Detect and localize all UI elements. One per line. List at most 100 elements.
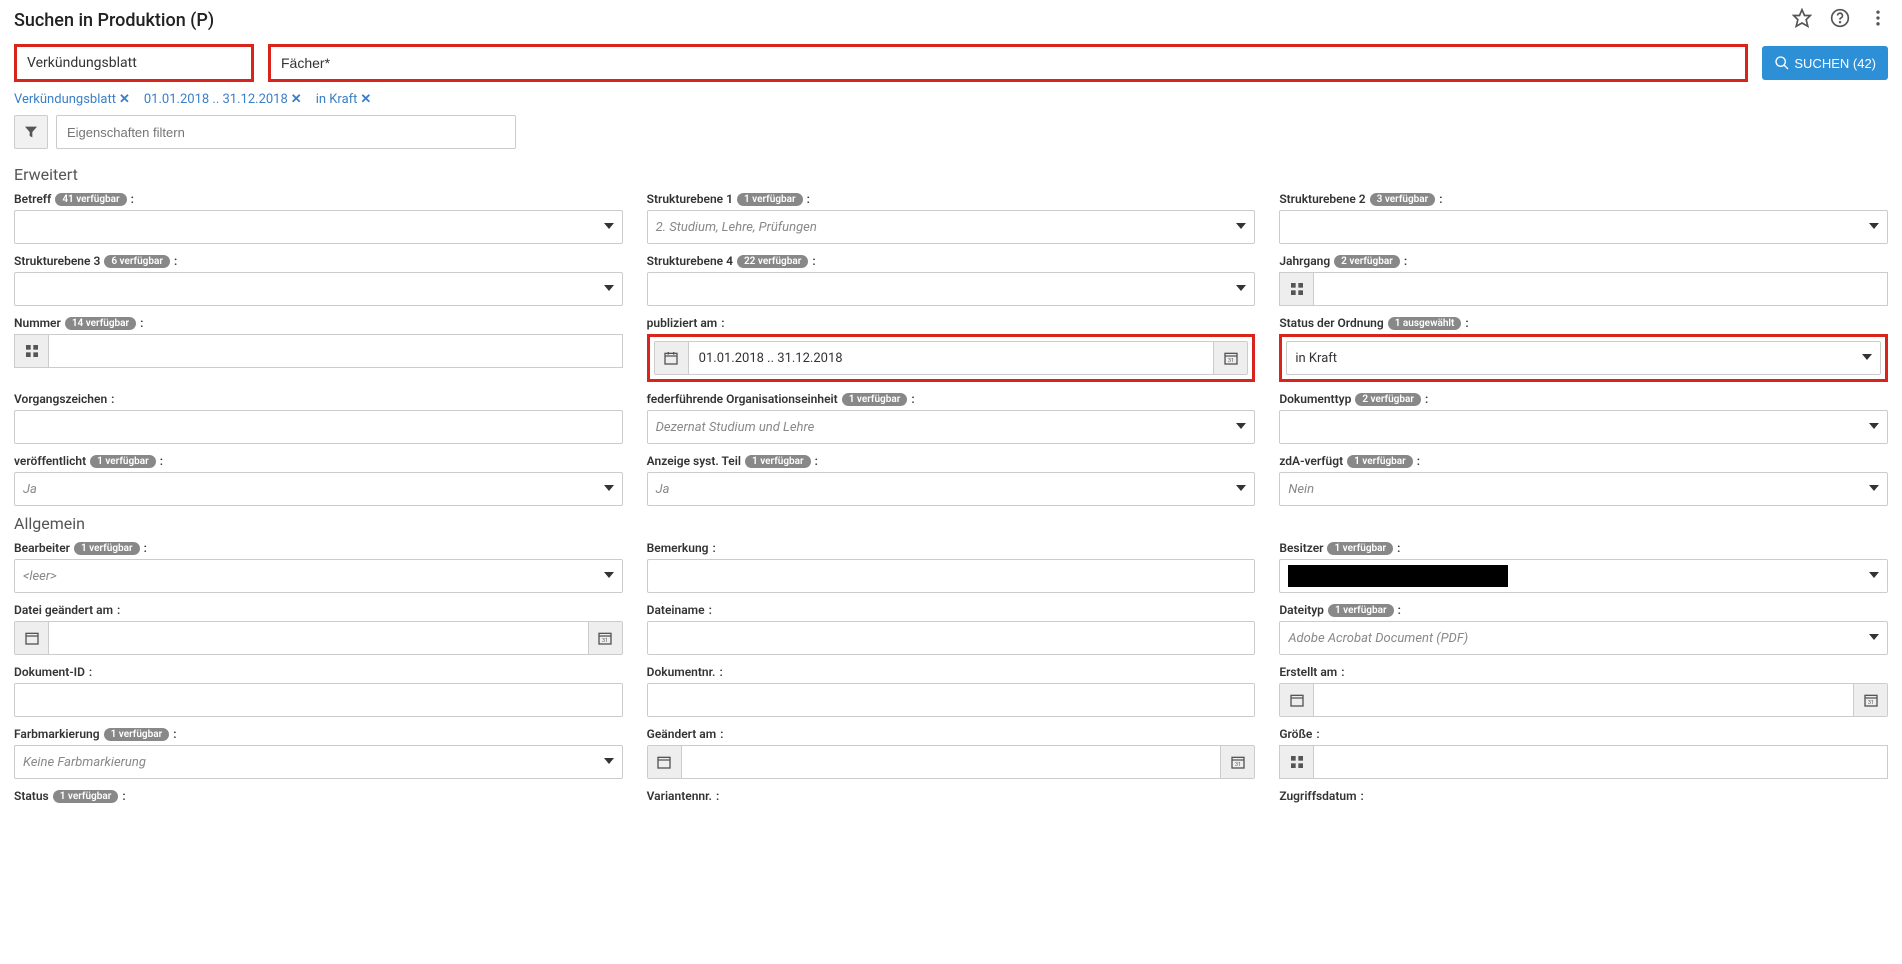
select-feder[interactable]: Dezernat Studium und Lehre bbox=[647, 410, 1256, 444]
search-type-select[interactable]: Verkündungsblatt bbox=[14, 44, 254, 82]
svg-text:31: 31 bbox=[1228, 358, 1234, 364]
badge-se3: 6 verfügbar bbox=[104, 255, 170, 268]
help-icon[interactable] bbox=[1830, 8, 1850, 32]
select-doktyp[interactable] bbox=[1279, 410, 1888, 444]
caret-down-icon bbox=[604, 569, 614, 584]
select-se1[interactable]: 2. Studium, Lehre, Prüfungen bbox=[647, 210, 1256, 244]
select-farbe[interactable]: Keine Farbmarkierung bbox=[14, 745, 623, 779]
date-range-publiziert[interactable]: 01.01.2018 .. 31.12.2018 31 bbox=[654, 341, 1249, 375]
badge-anzeige: 1 verfügbar bbox=[745, 455, 811, 468]
label-doknr: Dokumentnr. bbox=[647, 665, 716, 679]
select-zda[interactable]: Nein bbox=[1279, 472, 1888, 506]
input-doknr[interactable] bbox=[647, 683, 1256, 717]
select-se4[interactable] bbox=[647, 272, 1256, 306]
chip-verkuendungsblatt[interactable]: Verkündungsblatt ✕ bbox=[14, 92, 130, 107]
caret-down-icon bbox=[1236, 220, 1246, 235]
badge-besitzer: 1 verfügbar bbox=[1327, 542, 1393, 555]
star-icon[interactable] bbox=[1792, 8, 1812, 32]
date-erstellt[interactable]: 31 bbox=[1279, 683, 1888, 717]
more-icon[interactable] bbox=[1868, 8, 1888, 32]
search-button[interactable]: SUCHEN (42) bbox=[1762, 46, 1888, 80]
label-nummer: Nummer bbox=[14, 316, 61, 330]
calendar-end-icon[interactable]: 31 bbox=[1220, 746, 1254, 778]
caret-down-icon bbox=[604, 482, 614, 497]
search-type-value: Verkündungsblatt bbox=[27, 55, 137, 71]
filter-button[interactable] bbox=[14, 115, 48, 149]
caret-down-icon bbox=[1869, 482, 1879, 497]
select-anzeige[interactable]: Ja bbox=[647, 472, 1256, 506]
caret-down-icon bbox=[604, 755, 614, 770]
select-nummer[interactable] bbox=[14, 334, 623, 368]
value-farbe: Keine Farbmarkierung bbox=[23, 755, 146, 770]
close-icon[interactable]: ✕ bbox=[291, 92, 302, 107]
badge-veroeff: 1 verfügbar bbox=[90, 455, 156, 468]
highlight-publiziert: 01.01.2018 .. 31.12.2018 31 bbox=[647, 334, 1256, 382]
chip-label: 01.01.2018 .. 31.12.2018 bbox=[144, 92, 288, 107]
select-bearbeiter[interactable]: <leer> bbox=[14, 559, 623, 593]
svg-text:31: 31 bbox=[1868, 700, 1874, 706]
caret-down-icon bbox=[604, 220, 614, 235]
calendar-start-icon[interactable] bbox=[1280, 684, 1314, 716]
highlight-status: in Kraft bbox=[1279, 334, 1888, 382]
calendar-end-icon[interactable]: 31 bbox=[588, 622, 622, 654]
label-bearbeiter: Bearbeiter bbox=[14, 541, 70, 555]
label-publiziert: publiziert am bbox=[647, 316, 718, 330]
input-groesse[interactable] bbox=[1279, 745, 1888, 779]
date-geaendert[interactable]: 31 bbox=[647, 745, 1256, 779]
select-jahrgang[interactable] bbox=[1279, 272, 1888, 306]
svg-text:31: 31 bbox=[602, 638, 608, 644]
search-input[interactable] bbox=[281, 55, 1735, 71]
grid-icon[interactable] bbox=[1279, 272, 1313, 306]
filter-properties-input[interactable] bbox=[56, 115, 516, 149]
caret-down-icon bbox=[1869, 420, 1879, 435]
grid-icon[interactable] bbox=[1279, 745, 1313, 779]
select-betreff[interactable] bbox=[14, 210, 623, 244]
chip-daterange[interactable]: 01.01.2018 .. 31.12.2018 ✕ bbox=[144, 92, 302, 107]
select-veroeff[interactable]: Ja bbox=[14, 472, 623, 506]
svg-text:31: 31 bbox=[1235, 762, 1241, 768]
calendar-end-icon[interactable]: 31 bbox=[1213, 342, 1247, 374]
label-bemerkung: Bemerkung bbox=[647, 541, 709, 555]
caret-down-icon bbox=[1869, 220, 1879, 235]
calendar-start-icon[interactable] bbox=[15, 622, 49, 654]
section-title-erweitert: Erweitert bbox=[14, 165, 1888, 184]
label-vorgang: Vorgangszeichen bbox=[14, 392, 107, 406]
calendar-end-icon[interactable]: 31 bbox=[1853, 684, 1887, 716]
calendar-start-icon[interactable] bbox=[655, 342, 689, 374]
calendar-start-icon[interactable] bbox=[648, 746, 682, 778]
redacted-value bbox=[1288, 565, 1508, 587]
value-veroeff: Ja bbox=[23, 482, 37, 497]
input-vorgang[interactable] bbox=[14, 410, 623, 444]
label-dokid: Dokument-ID bbox=[14, 665, 85, 679]
label-zugriff: Zugriffsdatum bbox=[1279, 789, 1356, 803]
input-dokid[interactable] bbox=[14, 683, 623, 717]
badge-jahrgang: 2 verfügbar bbox=[1334, 255, 1400, 268]
date-dateigeaendert[interactable]: 31 bbox=[14, 621, 623, 655]
main-search-container bbox=[268, 44, 1748, 82]
select-besitzer[interactable] bbox=[1279, 559, 1888, 593]
select-se2[interactable] bbox=[1279, 210, 1888, 244]
badge-se2: 3 verfügbar bbox=[1370, 193, 1436, 206]
select-dateityp[interactable]: Adobe Acrobat Document (PDF) bbox=[1279, 621, 1888, 655]
grid-icon[interactable] bbox=[14, 334, 48, 368]
input-bemerkung[interactable] bbox=[647, 559, 1256, 593]
badge-feder: 1 verfügbar bbox=[842, 393, 908, 406]
close-icon[interactable]: ✕ bbox=[360, 92, 371, 107]
badge-farbe: 1 verfügbar bbox=[104, 728, 170, 741]
label-veroeff: veröffentlicht bbox=[14, 454, 86, 468]
badge-doktyp: 2 verfügbar bbox=[1355, 393, 1421, 406]
label-se2: Strukturebene 2 bbox=[1279, 192, 1365, 206]
label-variante: Variantennr. bbox=[647, 789, 712, 803]
select-status[interactable]: in Kraft bbox=[1286, 341, 1881, 375]
badge-bearbeiter: 1 verfügbar bbox=[74, 542, 140, 555]
badge-dateityp: 1 verfügbar bbox=[1328, 604, 1394, 617]
value-publiziert: 01.01.2018 .. 31.12.2018 bbox=[699, 351, 843, 366]
input-dateiname[interactable] bbox=[647, 621, 1256, 655]
select-se3[interactable] bbox=[14, 272, 623, 306]
chip-inkraft[interactable]: in Kraft ✕ bbox=[316, 92, 372, 107]
label-besitzer: Besitzer bbox=[1279, 541, 1323, 555]
label-se3: Strukturebene 3 bbox=[14, 254, 100, 268]
label-status2: Status bbox=[14, 789, 49, 803]
close-icon[interactable]: ✕ bbox=[119, 92, 130, 107]
label-jahrgang: Jahrgang bbox=[1279, 254, 1330, 268]
